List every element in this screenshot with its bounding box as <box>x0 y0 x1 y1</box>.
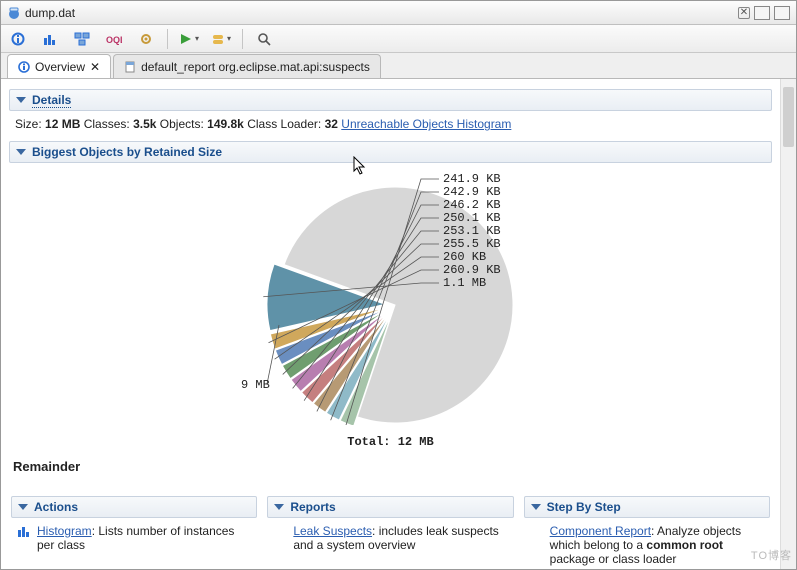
section-title: Reports <box>290 500 335 514</box>
report-icon <box>273 524 287 538</box>
query-browser-icon[interactable]: ▾ <box>210 28 232 50</box>
toolbar-separator <box>167 29 168 49</box>
component-report-desc-2: package or class loader <box>550 552 677 566</box>
tab-label: default_report org.eclipse.mat.api:suspe… <box>141 60 370 74</box>
vertical-scrollbar[interactable] <box>780 79 796 569</box>
toolbar: OQL ▾ ▾ <box>1 25 796 53</box>
leak-suspects-link[interactable]: Leak Suspects <box>293 524 372 538</box>
section-stepbystep-header[interactable]: Step By Step <box>524 496 770 518</box>
chevron-down-icon: ▾ <box>195 34 199 43</box>
pie-total-label: Total: 12 MB <box>9 435 772 449</box>
dominator-tree-icon[interactable] <box>71 28 93 50</box>
component-report-link[interactable]: Component Report <box>550 524 651 538</box>
gear-icon[interactable] <box>135 28 157 50</box>
run-report-icon[interactable]: ▾ <box>178 28 200 50</box>
pie-slice-label: 242.9 KB <box>443 185 501 199</box>
objects-label: Objects: <box>160 117 204 131</box>
section-title: Step By Step <box>547 500 621 514</box>
window-title: dump.dat <box>25 6 732 20</box>
pie-chart: 241.9 KB242.9 KB246.2 KB250.1 KB253.1 KB… <box>9 163 772 433</box>
size-label: Size: <box>15 117 42 131</box>
close-icon[interactable]: ✕ <box>90 60 100 74</box>
close-tab-icon[interactable]: ✕ <box>738 7 750 19</box>
histogram-icon[interactable] <box>39 28 61 50</box>
section-title: Biggest Objects by Retained Size <box>32 145 222 159</box>
classloader-label: Class Loader: <box>247 117 321 131</box>
details-summary: Size: 12 MB Classes: 3.5k Objects: 149.8… <box>9 111 772 135</box>
toolbar-separator <box>242 29 243 49</box>
tab-overview[interactable]: Overview ✕ <box>7 54 111 78</box>
section-reports-header[interactable]: Reports <box>267 496 513 518</box>
report-icon <box>124 61 136 73</box>
overview-columns: Actions Histogram: Lists number of insta… <box>9 496 772 566</box>
svg-text:OQL: OQL <box>106 35 122 45</box>
report-leak-suspects: Leak Suspects: includes leak suspects an… <box>267 518 513 552</box>
minimize-button[interactable] <box>754 6 770 20</box>
tab-default-report[interactable]: default_report org.eclipse.mat.api:suspe… <box>113 54 381 78</box>
chevron-down-icon: ▾ <box>227 34 231 43</box>
pie-slice-label: 250.1 KB <box>443 211 501 225</box>
unreachable-objects-link[interactable]: Unreachable Objects Histogram <box>341 117 511 131</box>
tab-strip: Overview ✕ default_report org.eclipse.ma… <box>1 53 796 79</box>
twisty-icon <box>531 504 541 510</box>
twisty-icon <box>18 504 28 510</box>
tab-label: Overview <box>35 60 85 74</box>
pie-slice-label: 255.5 KB <box>443 237 501 251</box>
classes-value: 3.5k <box>133 117 156 131</box>
remainder-heading: Remainder <box>9 449 772 474</box>
pie-slice-label: 246.2 KB <box>443 198 501 212</box>
pie-slice-label: 1.1 MB <box>443 276 486 290</box>
section-title: Details <box>32 93 71 108</box>
twisty-icon <box>274 504 284 510</box>
info-icon <box>18 61 30 73</box>
component-report-bold: common root <box>646 538 723 552</box>
section-title: Actions <box>34 500 78 514</box>
pie-slice-label: 260 KB <box>443 250 486 264</box>
file-icon <box>7 6 21 20</box>
objects-value: 149.8k <box>207 117 244 131</box>
overview-icon[interactable] <box>7 28 29 50</box>
twisty-icon <box>16 97 26 103</box>
search-icon[interactable] <box>253 28 275 50</box>
classloader-value: 32 <box>325 117 338 131</box>
titlebar: dump.dat ✕ <box>1 1 796 25</box>
section-actions-header[interactable]: Actions <box>11 496 257 518</box>
pie-slice-label: 253.1 KB <box>443 224 501 238</box>
histogram-icon <box>17 524 31 538</box>
pie-slice-label: 260.9 KB <box>443 263 501 277</box>
action-histogram: Histogram: Lists number of instances per… <box>11 518 257 552</box>
maximize-button[interactable] <box>774 6 790 20</box>
pie-slice-label: 241.9 KB <box>443 172 501 186</box>
classes-label: Classes: <box>84 117 130 131</box>
section-biggest-header[interactable]: Biggest Objects by Retained Size <box>9 141 772 163</box>
step-component-report: Component Report: Analyze objects which … <box>524 518 770 566</box>
twisty-icon <box>16 149 26 155</box>
pie-remainder-label: 9 MB <box>241 378 270 392</box>
histogram-link[interactable]: Histogram <box>37 524 92 538</box>
oql-icon[interactable]: OQL <box>103 28 125 50</box>
content-area: Details Size: 12 MB Classes: 3.5k Object… <box>1 79 796 569</box>
report-icon <box>530 524 544 538</box>
section-details-header[interactable]: Details <box>9 89 772 111</box>
size-value: 12 MB <box>45 117 80 131</box>
